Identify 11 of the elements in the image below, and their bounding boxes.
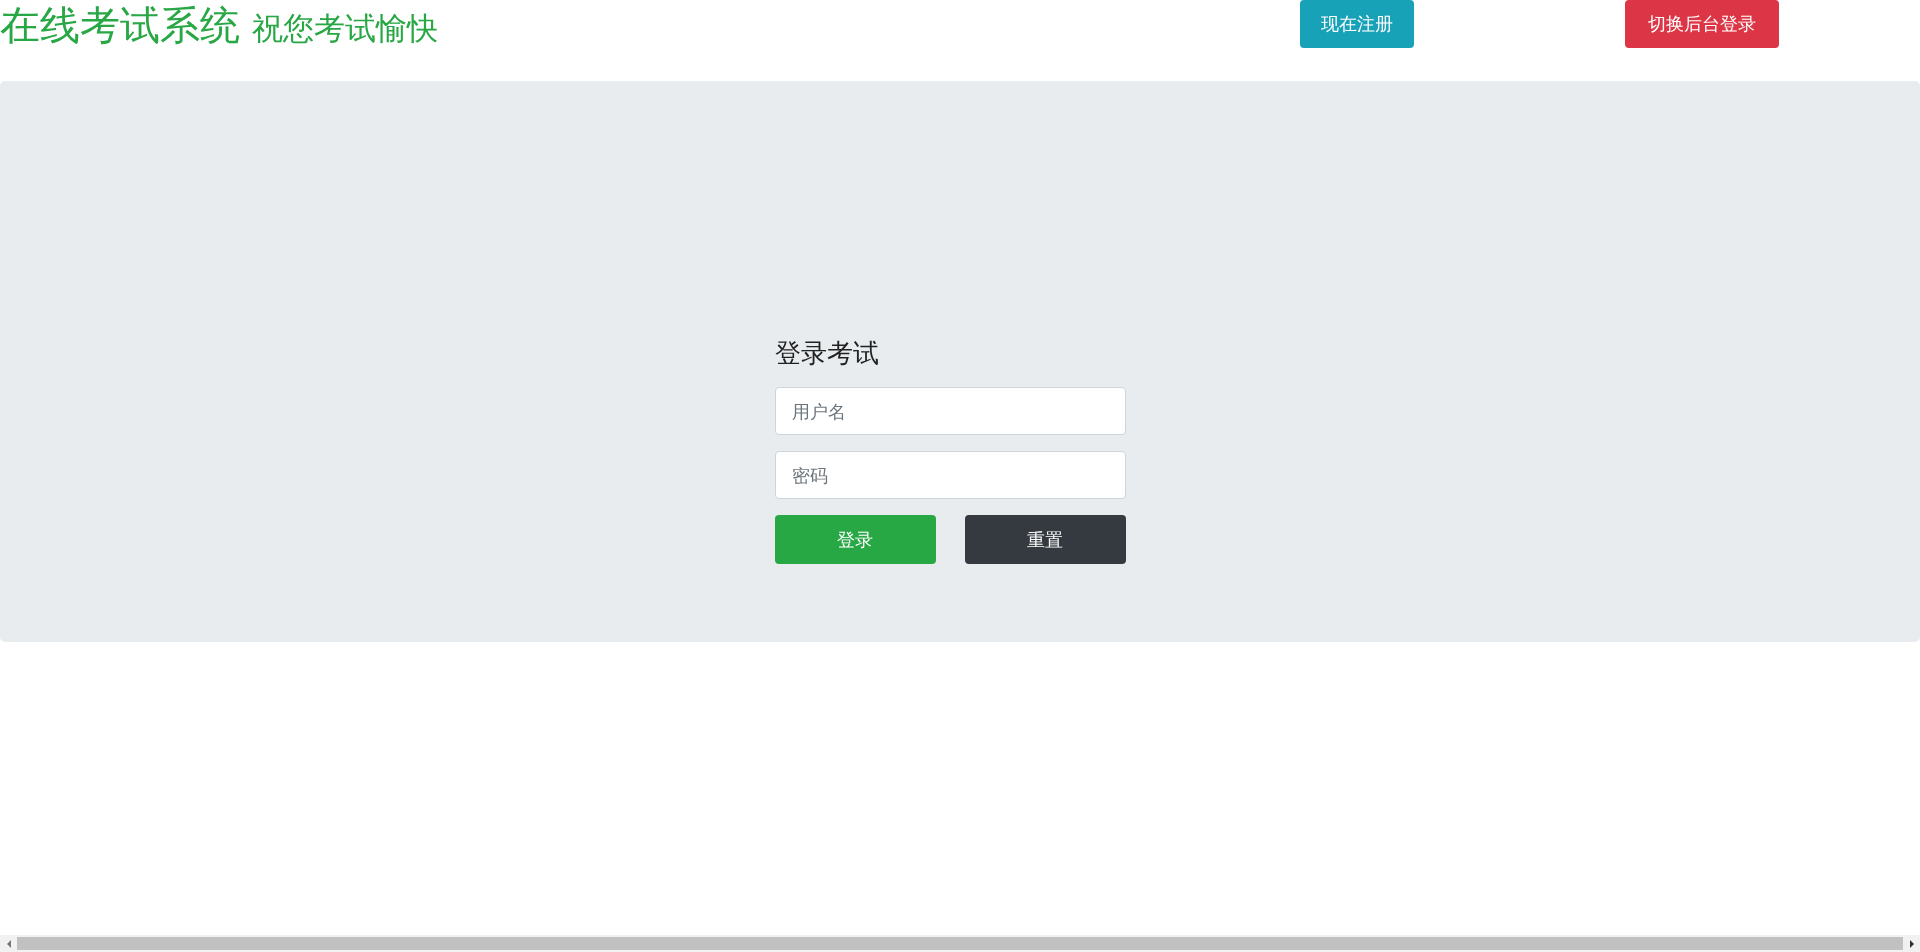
scrollbar-thumb[interactable] bbox=[17, 937, 1903, 950]
site-subtitle: 祝您考试愉快 bbox=[252, 9, 438, 48]
login-title: 登录考试 bbox=[774, 337, 880, 370]
horizontal-scrollbar[interactable] bbox=[0, 935, 1920, 952]
password-field[interactable]: 密码 bbox=[774, 451, 1126, 499]
username-field[interactable]: 用户名 bbox=[774, 387, 1126, 435]
admin-login-button[interactable]: 切换后台登录 bbox=[1625, 0, 1779, 48]
site-title: 在线考试系统 bbox=[0, 1, 240, 50]
login-button[interactable]: 登录 bbox=[774, 515, 936, 564]
reset-button[interactable]: 重置 bbox=[964, 515, 1126, 564]
register-button[interactable]: 现在注册 bbox=[1300, 0, 1414, 48]
